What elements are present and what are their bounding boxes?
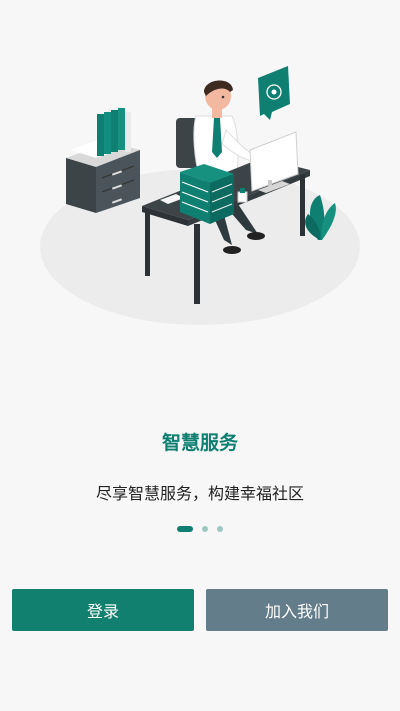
feature-title: 智慧服务 xyxy=(161,432,238,454)
page-indicator-dot-2[interactable] xyxy=(202,526,208,532)
feature-subtitle: 尽享智慧服务，构建幸福社区 xyxy=(95,484,304,503)
page-indicator-dot-1[interactable] xyxy=(177,526,193,532)
login-button[interactable]: 登录 xyxy=(12,589,194,631)
page-indicator xyxy=(0,525,400,533)
document-stack xyxy=(180,164,234,224)
office-worker-illustration xyxy=(40,66,360,325)
join-us-button[interactable]: 加入我们 xyxy=(206,589,388,631)
binders xyxy=(97,106,131,156)
page-indicator-dot-3[interactable] xyxy=(217,526,223,532)
settings-bubble xyxy=(258,66,290,120)
